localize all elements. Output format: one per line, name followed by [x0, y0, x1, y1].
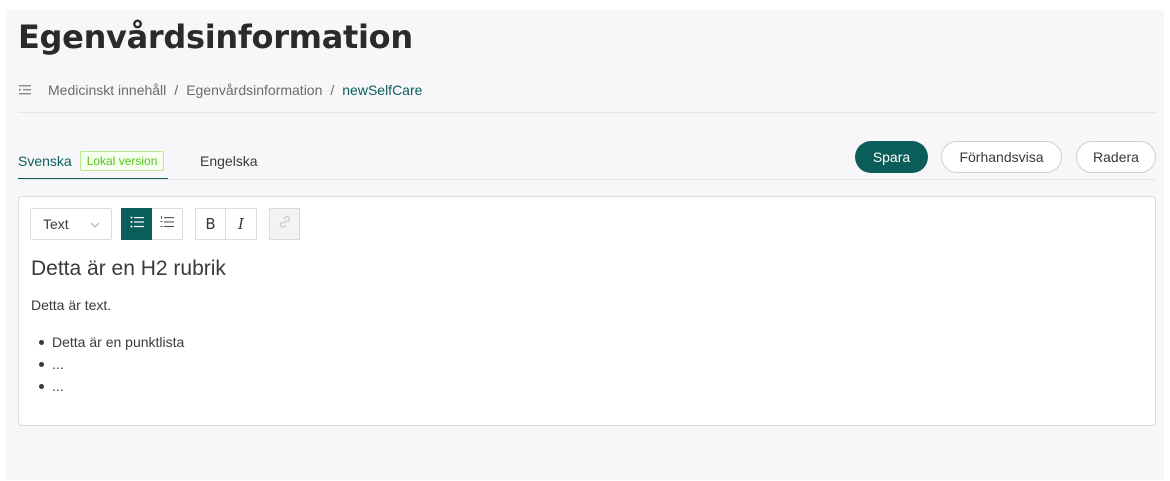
breadcrumb-separator: / — [174, 82, 179, 98]
numbered-list-button[interactable] — [152, 208, 183, 240]
breadcrumb-separator: / — [330, 82, 335, 98]
local-version-badge: Lokal version — [79, 151, 165, 171]
link-button[interactable] — [269, 208, 300, 240]
list-item-text: Detta är en punktlista — [52, 334, 185, 350]
list-button-group — [121, 208, 183, 240]
rich-text-editor[interactable]: Text B I Detta är en H2 rubrik Detta är … — [18, 196, 1156, 426]
link-icon — [278, 215, 292, 233]
bullet-dot — [39, 383, 44, 389]
content-bullet-list: Detta är en punktlista ... ... — [31, 331, 1131, 397]
text-style-value: Text — [43, 216, 69, 232]
list-menu-icon[interactable] — [18, 82, 34, 98]
bold-button[interactable]: B — [195, 208, 226, 240]
tab-engelska[interactable]: Engelska — [200, 144, 258, 178]
list-item: ... — [31, 375, 1131, 397]
tab-svenska-label: Svenska — [18, 153, 72, 169]
chevron-down-icon — [89, 218, 101, 230]
bold-icon: B — [205, 215, 216, 233]
content-paragraph: Detta är text. — [31, 297, 112, 313]
bullet-dot — [39, 361, 44, 367]
list-item: ... — [31, 353, 1131, 375]
list-item: Detta är en punktlista — [31, 331, 1131, 353]
preview-button[interactable]: Förhandsvisa — [941, 141, 1062, 173]
page-title: Egenvårdsinformation — [18, 18, 413, 56]
numbered-list-icon — [159, 214, 175, 234]
list-item-text: ... — [52, 378, 64, 394]
delete-button[interactable]: Radera — [1076, 141, 1156, 173]
tab-svenska[interactable]: Svenska Lokal version — [18, 144, 168, 180]
breadcrumb-item-egenvard[interactable]: Egenvårdsinformation — [186, 82, 322, 98]
bullet-dot — [39, 339, 44, 345]
list-item-text: ... — [52, 356, 64, 372]
breadcrumb: Medicinskt innehåll / Egenvårdsinformati… — [18, 82, 422, 98]
tabs-divider — [18, 179, 1156, 180]
save-button[interactable]: Spara — [855, 141, 928, 173]
page: Egenvårdsinformation Medicinskt innehåll… — [6, 10, 1164, 480]
breadcrumb-item-current: newSelfCare — [342, 82, 423, 98]
breadcrumb-item-medicinskt[interactable]: Medicinskt innehåll — [48, 82, 166, 98]
italic-icon: I — [238, 215, 244, 233]
header-divider — [18, 112, 1156, 113]
editor-content[interactable]: Detta är en H2 rubrik Detta är text. Det… — [31, 257, 1131, 397]
bullet-list-icon — [129, 214, 145, 234]
link-button-group — [269, 208, 300, 240]
tab-engelska-label: Engelska — [200, 153, 258, 169]
format-button-group: B I — [195, 208, 257, 240]
content-heading: Detta är en H2 rubrik — [31, 257, 226, 280]
text-style-select[interactable]: Text — [30, 208, 112, 240]
italic-button[interactable]: I — [226, 208, 257, 240]
bullet-list-button[interactable] — [121, 208, 152, 240]
